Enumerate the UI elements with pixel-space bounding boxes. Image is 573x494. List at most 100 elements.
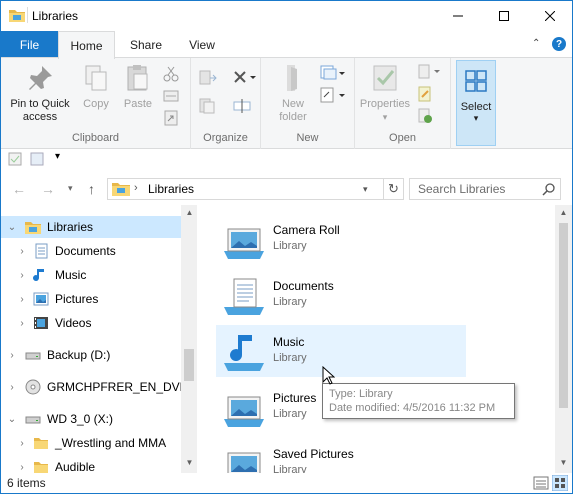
content-scrollbar[interactable]: ▲ ▼: [555, 205, 572, 473]
maximize-button[interactable]: [481, 1, 527, 31]
edit-icon[interactable]: [417, 86, 433, 102]
nav-item-dvd-drive[interactable]: › GRMCHPFRER_EN_DVD (E: [1, 376, 181, 398]
nav-item-libraries[interactable]: ⌄ Libraries: [1, 216, 181, 238]
chevron-right-icon[interactable]: ›: [17, 270, 27, 281]
explorer-window: Libraries File Home Share View ⌃ ? Pin t…: [0, 0, 573, 494]
tab-home[interactable]: Home: [58, 31, 115, 59]
copy-label: Copy: [83, 98, 109, 110]
chevron-right-icon[interactable]: ›: [17, 246, 27, 257]
properties-qat-icon[interactable]: [8, 152, 22, 166]
scroll-up-icon[interactable]: ▲: [181, 208, 197, 217]
delete-icon[interactable]: [233, 70, 257, 86]
back-arrow-icon[interactable]: ←: [12, 181, 26, 197]
nav-item-videos[interactable]: › Videos: [1, 312, 181, 334]
chevron-right-icon[interactable]: ›: [17, 438, 27, 449]
nav-scrollbar[interactable]: ▲ ▼: [181, 205, 197, 473]
nav-item-wd-drive[interactable]: ⌄ WD 3_0 (X:): [1, 408, 181, 430]
search-box[interactable]: [409, 178, 561, 200]
nav-item-audible-folder[interactable]: › Audible: [1, 456, 181, 473]
easy-access-icon[interactable]: [319, 86, 345, 104]
libraries-icon: [25, 222, 41, 234]
scroll-down-icon[interactable]: ▼: [555, 458, 572, 467]
tab-share[interactable]: Share: [117, 31, 175, 58]
navigation-pane: ⌄ Libraries › Documents › Music › Pictur…: [1, 205, 197, 473]
nav-item-wrestling-folder[interactable]: › _Wrestling and MMA: [1, 432, 181, 454]
open-icon[interactable]: [417, 64, 441, 80]
up-arrow-icon[interactable]: ↑: [88, 181, 95, 197]
chevron-right-icon[interactable]: ›: [17, 318, 27, 329]
address-bar[interactable]: › Libraries ▾ ↻: [107, 178, 404, 200]
dvd-icon: [25, 379, 41, 395]
breadcrumb-separator[interactable]: ›: [134, 182, 138, 194]
nav-item-backup-drive[interactable]: › Backup (D:): [1, 344, 181, 366]
clipboard-group: Pin to Quick access Copy Paste Clipboard: [1, 58, 191, 149]
paste-button[interactable]: Paste: [119, 62, 157, 111]
chevron-down-icon[interactable]: ⌄: [7, 222, 17, 233]
nav-item-documents[interactable]: › Documents: [1, 240, 181, 262]
chevron-right-icon[interactable]: ›: [7, 350, 17, 361]
forward-arrow-icon[interactable]: →: [41, 181, 55, 197]
item-name: Camera Roll: [273, 223, 340, 237]
close-button[interactable]: [527, 1, 572, 31]
drive-icon: [25, 416, 41, 424]
pin-to-quick-access-button[interactable]: Pin to Quick access: [7, 62, 73, 124]
nav-item-pictures[interactable]: › Pictures: [1, 288, 181, 310]
item-name: Saved Pictures: [273, 447, 354, 461]
select-button[interactable]: Select ▾: [456, 60, 496, 146]
history-icon[interactable]: [417, 108, 433, 124]
chevron-down-icon[interactable]: ⌄: [7, 414, 17, 425]
folder-icon: [34, 438, 48, 449]
customize-qat-icon[interactable]: ▾: [55, 151, 60, 162]
select-dropdown-icon: ▾: [473, 113, 479, 123]
large-icons-view-icon[interactable]: [552, 475, 568, 491]
nav-label: WD 3_0 (X:): [47, 412, 114, 426]
content-scrollbar-thumb[interactable]: [559, 223, 568, 408]
search-icon[interactable]: [542, 182, 556, 196]
pin-icon: [29, 66, 52, 90]
new-item-icon[interactable]: [319, 64, 345, 82]
tab-file[interactable]: File: [1, 31, 58, 58]
organize-group-label: Organize: [203, 132, 248, 144]
nav-label: Pictures: [55, 292, 99, 306]
new-folder-qat-icon[interactable]: [30, 152, 44, 166]
select-label: Select: [460, 101, 492, 113]
recent-locations-icon[interactable]: ▾: [68, 183, 73, 194]
paste-icon: [127, 65, 148, 91]
properties-dropdown-icon: ▾: [382, 112, 388, 122]
list-item[interactable]: Documents Library: [216, 269, 466, 321]
chevron-right-icon[interactable]: ›: [7, 382, 17, 393]
search-input[interactable]: [410, 179, 538, 199]
close-icon: [545, 11, 555, 21]
title-bar[interactable]: Libraries: [1, 1, 572, 31]
list-item[interactable]: Camera Roll Library: [216, 213, 466, 265]
list-item[interactable]: Music Library: [216, 325, 466, 377]
minimize-button[interactable]: [435, 1, 481, 31]
chevron-right-icon[interactable]: ›: [17, 462, 27, 473]
rename-icon[interactable]: [233, 98, 251, 114]
scroll-up-icon[interactable]: ▲: [555, 208, 572, 217]
copy-path-icon[interactable]: [163, 88, 179, 104]
details-view-icon[interactable]: [533, 475, 549, 491]
breadcrumb-libraries[interactable]: Libraries: [148, 182, 194, 196]
tab-view[interactable]: View: [177, 31, 227, 58]
help-icon[interactable]: ?: [552, 37, 566, 51]
properties-button[interactable]: Properties ▾: [357, 62, 413, 124]
collapse-ribbon-icon[interactable]: ⌃: [532, 38, 544, 50]
cut-icon[interactable]: [163, 66, 179, 82]
address-dropdown-icon[interactable]: ▾: [363, 184, 368, 195]
address-separator: [383, 179, 384, 199]
scroll-down-icon[interactable]: ▼: [181, 458, 197, 467]
chevron-right-icon[interactable]: ›: [17, 294, 27, 305]
nav-item-music[interactable]: › Music: [1, 264, 181, 286]
folder-libraries-icon: [9, 10, 25, 22]
move-to-icon[interactable]: [198, 68, 220, 88]
new-folder-label: New folder: [279, 98, 307, 123]
refresh-icon[interactable]: ↻: [388, 181, 399, 197]
new-folder-button[interactable]: New folder: [271, 62, 315, 124]
paste-shortcut-icon[interactable]: [163, 110, 179, 126]
list-item[interactable]: Saved Pictures Library: [216, 437, 466, 473]
copy-button[interactable]: Copy: [77, 62, 115, 111]
nav-scrollbar-thumb[interactable]: [184, 349, 194, 381]
title-separator: [27, 7, 28, 23]
copy-to-icon[interactable]: [198, 96, 220, 116]
